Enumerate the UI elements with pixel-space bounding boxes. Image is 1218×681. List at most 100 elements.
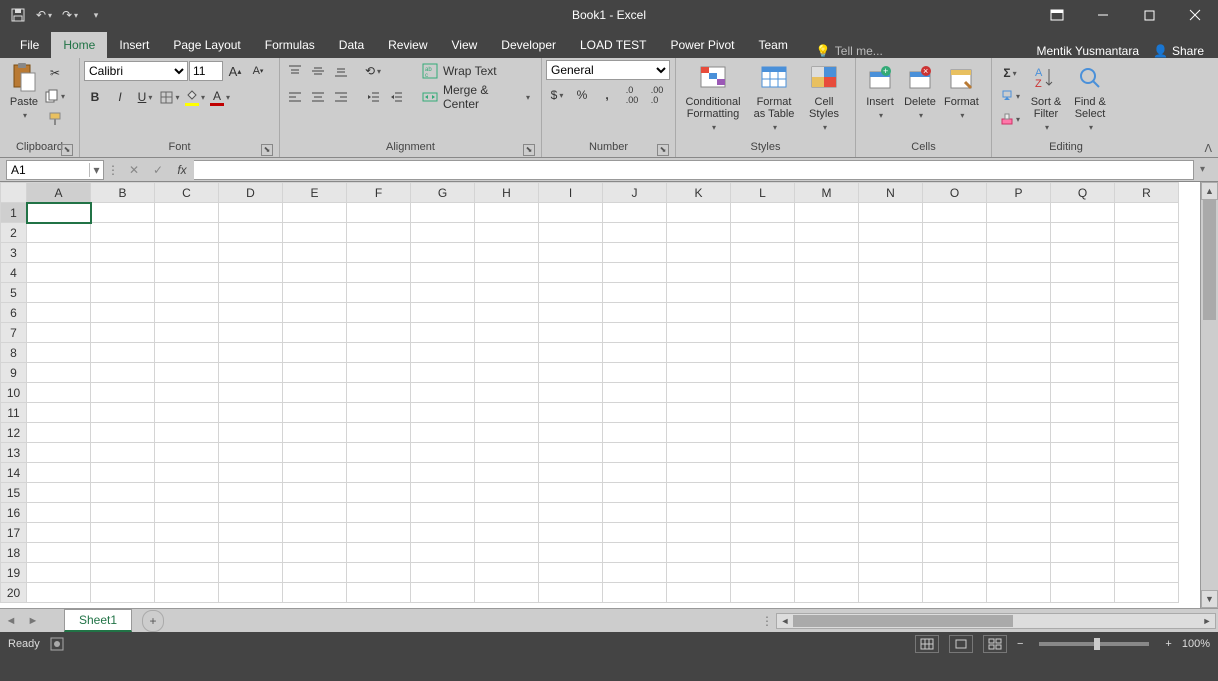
row-header[interactable]: 16 bbox=[1, 503, 27, 523]
cell[interactable] bbox=[347, 463, 411, 483]
cell[interactable] bbox=[475, 423, 539, 443]
cell[interactable] bbox=[27, 443, 91, 463]
cell[interactable] bbox=[475, 343, 539, 363]
cell[interactable] bbox=[731, 383, 795, 403]
cell[interactable] bbox=[667, 383, 731, 403]
cell[interactable] bbox=[987, 263, 1051, 283]
cell[interactable] bbox=[923, 443, 987, 463]
accounting-format-button[interactable]: $▾ bbox=[546, 84, 568, 106]
cell[interactable] bbox=[859, 223, 923, 243]
cancel-formula-icon[interactable]: ✕ bbox=[122, 160, 146, 180]
cell[interactable] bbox=[411, 363, 475, 383]
cell[interactable] bbox=[1115, 443, 1179, 463]
cell[interactable] bbox=[731, 343, 795, 363]
tab-file[interactable]: File bbox=[8, 32, 51, 58]
bold-button[interactable]: B bbox=[84, 86, 106, 108]
alignment-launcher-icon[interactable]: ⬊ bbox=[523, 144, 535, 156]
cell[interactable] bbox=[603, 303, 667, 323]
cell[interactable] bbox=[27, 303, 91, 323]
cell[interactable] bbox=[91, 523, 155, 543]
cell[interactable] bbox=[539, 343, 603, 363]
cell[interactable] bbox=[1115, 563, 1179, 583]
cell[interactable] bbox=[411, 443, 475, 463]
cell[interactable] bbox=[1051, 483, 1115, 503]
column-header[interactable]: I bbox=[539, 183, 603, 203]
cell[interactable] bbox=[859, 283, 923, 303]
zoom-thumb[interactable] bbox=[1094, 638, 1100, 650]
cell[interactable] bbox=[475, 403, 539, 423]
cell[interactable] bbox=[667, 323, 731, 343]
cell[interactable] bbox=[987, 323, 1051, 343]
cell[interactable] bbox=[411, 243, 475, 263]
cell[interactable] bbox=[155, 263, 219, 283]
cell[interactable] bbox=[795, 323, 859, 343]
cell[interactable] bbox=[923, 263, 987, 283]
cell[interactable] bbox=[155, 203, 219, 223]
cell[interactable] bbox=[923, 523, 987, 543]
column-header[interactable]: F bbox=[347, 183, 411, 203]
cell[interactable] bbox=[539, 383, 603, 403]
autosum-button[interactable]: Σ▾ bbox=[996, 62, 1024, 84]
cell[interactable] bbox=[987, 223, 1051, 243]
cell[interactable] bbox=[795, 543, 859, 563]
cell[interactable] bbox=[1051, 363, 1115, 383]
insert-function-icon[interactable]: fx bbox=[170, 160, 194, 180]
cell[interactable] bbox=[795, 383, 859, 403]
format-as-table-button[interactable]: Format as Table▾ bbox=[746, 60, 802, 136]
number-launcher-icon[interactable]: ⬊ bbox=[657, 144, 669, 156]
column-header[interactable]: N bbox=[859, 183, 923, 203]
cell[interactable] bbox=[219, 543, 283, 563]
copy-button[interactable]: ▾ bbox=[44, 85, 66, 107]
italic-button[interactable]: I bbox=[109, 86, 131, 108]
borders-button[interactable]: ▾ bbox=[159, 86, 181, 108]
cell[interactable] bbox=[411, 583, 475, 603]
cell[interactable] bbox=[795, 483, 859, 503]
cell[interactable] bbox=[283, 243, 347, 263]
cell[interactable] bbox=[923, 543, 987, 563]
tab-page-layout[interactable]: Page Layout bbox=[161, 32, 252, 58]
cell[interactable] bbox=[219, 483, 283, 503]
cell[interactable] bbox=[987, 503, 1051, 523]
cell[interactable] bbox=[27, 363, 91, 383]
cell[interactable] bbox=[1115, 243, 1179, 263]
cell[interactable] bbox=[859, 343, 923, 363]
cell[interactable] bbox=[155, 323, 219, 343]
align-top-button[interactable] bbox=[284, 60, 306, 82]
cell[interactable] bbox=[667, 263, 731, 283]
decrease-indent-button[interactable] bbox=[362, 86, 384, 108]
cell[interactable] bbox=[283, 403, 347, 423]
cell[interactable] bbox=[667, 543, 731, 563]
row-header[interactable]: 9 bbox=[1, 363, 27, 383]
cell[interactable] bbox=[731, 303, 795, 323]
cell[interactable] bbox=[1115, 383, 1179, 403]
cell[interactable] bbox=[603, 523, 667, 543]
insert-cells-button[interactable]: + Insert▾ bbox=[860, 60, 900, 124]
cell[interactable] bbox=[155, 243, 219, 263]
row-header[interactable]: 8 bbox=[1, 343, 27, 363]
column-header[interactable]: O bbox=[923, 183, 987, 203]
align-right-button[interactable] bbox=[330, 86, 352, 108]
cell[interactable] bbox=[795, 243, 859, 263]
cell[interactable] bbox=[1115, 203, 1179, 223]
cell[interactable] bbox=[219, 243, 283, 263]
row-header[interactable]: 20 bbox=[1, 583, 27, 603]
cell-styles-button[interactable]: Cell Styles▾ bbox=[802, 60, 846, 136]
cell[interactable] bbox=[91, 483, 155, 503]
cell[interactable] bbox=[155, 483, 219, 503]
align-left-button[interactable] bbox=[284, 86, 306, 108]
tell-me-search[interactable]: 💡 Tell me... bbox=[816, 44, 883, 58]
cell[interactable] bbox=[923, 203, 987, 223]
font-name-select[interactable]: Calibri bbox=[84, 61, 188, 81]
row-header[interactable]: 13 bbox=[1, 443, 27, 463]
sheet-table[interactable]: ABCDEFGHIJKLMNOPQR1234567891011121314151… bbox=[0, 182, 1179, 603]
conditional-formatting-button[interactable]: Conditional Formatting▾ bbox=[680, 60, 746, 136]
cell[interactable] bbox=[91, 203, 155, 223]
cell[interactable] bbox=[603, 583, 667, 603]
cell[interactable] bbox=[731, 443, 795, 463]
cell[interactable] bbox=[283, 563, 347, 583]
cell[interactable] bbox=[411, 423, 475, 443]
cell[interactable] bbox=[603, 323, 667, 343]
cell[interactable] bbox=[1115, 423, 1179, 443]
column-header[interactable]: K bbox=[667, 183, 731, 203]
column-header[interactable]: H bbox=[475, 183, 539, 203]
